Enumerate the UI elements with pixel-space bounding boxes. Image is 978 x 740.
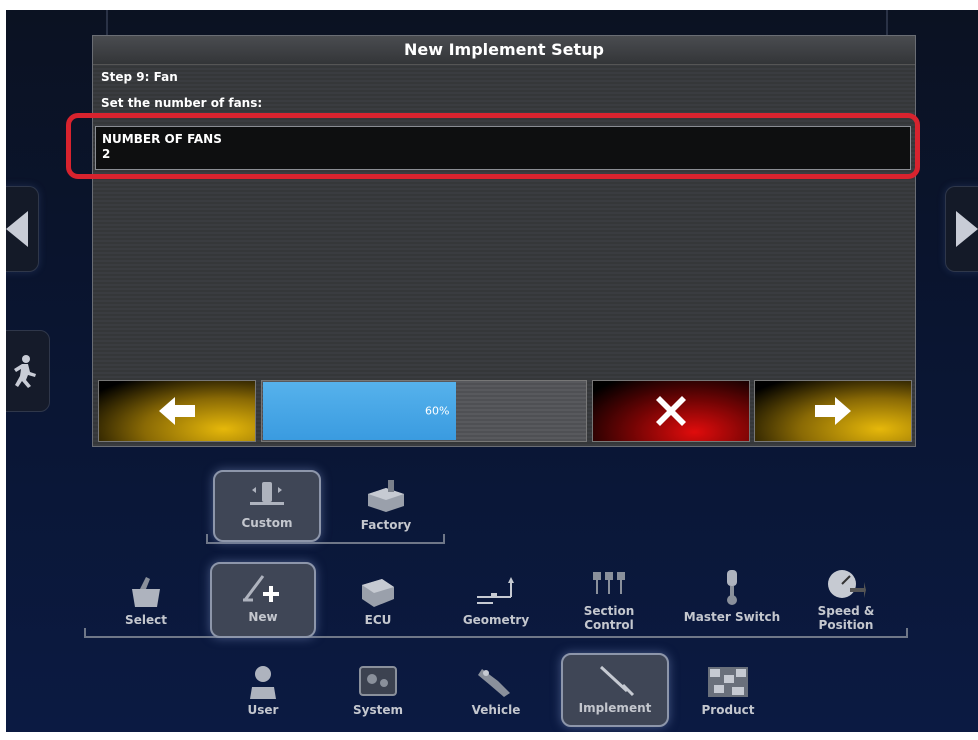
implement-tree-tick-right: [906, 628, 908, 638]
menu-item-label: User: [247, 703, 279, 717]
menu-item-master-switch[interactable]: Master Switch: [672, 568, 792, 624]
next-button[interactable]: [754, 380, 912, 442]
menu-item-speed-position[interactable]: Speed & Position: [796, 568, 896, 632]
setup-tree-line: [206, 542, 444, 544]
menu-item-label: Select: [125, 613, 167, 627]
menu-item-system[interactable]: System: [328, 665, 428, 717]
menu-item-label: New: [248, 610, 278, 624]
menu-item-factory[interactable]: Factory: [336, 480, 436, 532]
menu-item-label: Section Control: [583, 604, 635, 632]
menu-item-vehicle[interactable]: Vehicle: [446, 665, 546, 717]
next-screen-button[interactable]: [945, 186, 978, 272]
back-button[interactable]: [98, 380, 256, 442]
arrow-right-icon: [956, 211, 978, 247]
speed-position-icon: [828, 570, 866, 598]
menu-item-label: Speed & Position: [817, 604, 875, 632]
field-value: 2: [102, 147, 111, 161]
step-label: Step 9: Fan: [101, 70, 178, 84]
arrow-right-icon: [815, 397, 851, 425]
select-basket-icon: [132, 577, 160, 607]
field-label: NUMBER OF FANS: [102, 132, 222, 146]
dialog-title: New Implement Setup: [93, 36, 915, 65]
menu-item-section-control[interactable]: Section Control: [559, 568, 659, 632]
ecu-icon: [362, 579, 394, 607]
system-icon: [359, 666, 397, 696]
section-control-icon: [593, 572, 625, 594]
close-icon: [656, 396, 686, 426]
arrow-left-icon: [6, 211, 28, 247]
menu-item-label: ECU: [364, 613, 392, 627]
implement-icon: [599, 665, 635, 697]
previous-screen-button[interactable]: [6, 186, 39, 272]
setup-tree-tick-right: [443, 534, 445, 544]
geometry-icon: [477, 577, 514, 604]
menu-item-label: Custom: [241, 516, 293, 530]
arrow-left-icon: [159, 397, 195, 425]
progress-bar: 60%: [261, 380, 587, 442]
setup-tree-tick-left: [206, 534, 208, 544]
menu-item-label: Implement: [578, 701, 652, 715]
new-implement-dialog: New Implement Setup Step 9: Fan Set the …: [92, 35, 916, 447]
implement-tree-tick-left: [84, 628, 86, 638]
new-implement-icon: [243, 575, 279, 602]
number-of-fans-field[interactable]: NUMBER OF FANS 2: [95, 126, 911, 170]
running-man-icon: [14, 355, 36, 388]
menu-item-ecu[interactable]: ECU: [328, 575, 428, 627]
menu-item-label: Factory: [360, 518, 412, 532]
screen: New Implement Setup Step 9: Fan Set the …: [6, 10, 978, 732]
menu-item-geometry[interactable]: Geometry: [446, 575, 546, 627]
master-switch-icon: [727, 570, 737, 605]
implement-tree-line: [84, 636, 908, 638]
factory-icon: [368, 480, 404, 512]
cancel-button[interactable]: [592, 380, 750, 442]
menu-item-label: Master Switch: [683, 610, 781, 624]
menu-item-label: Geometry: [462, 613, 530, 627]
menu-item-user[interactable]: User: [213, 665, 313, 717]
vehicle-icon: [478, 669, 510, 697]
user-icon: [250, 666, 276, 699]
menu-item-implement[interactable]: Implement: [561, 653, 669, 727]
menu-item-label: Product: [701, 703, 755, 717]
menu-item-label: Vehicle: [471, 703, 521, 717]
menu-item-custom[interactable]: Custom: [213, 470, 321, 542]
menu-item-label: System: [353, 703, 403, 717]
menu-item-product[interactable]: Product: [678, 665, 778, 717]
menu-item-new[interactable]: New: [210, 562, 316, 638]
progress-text: 60%: [425, 404, 450, 418]
menu-item-select[interactable]: Select: [96, 575, 196, 627]
instruction-label: Set the number of fans:: [101, 96, 263, 110]
custom-implement-icon: [250, 482, 284, 505]
exit-button[interactable]: [6, 330, 50, 412]
product-icon: [708, 667, 748, 697]
